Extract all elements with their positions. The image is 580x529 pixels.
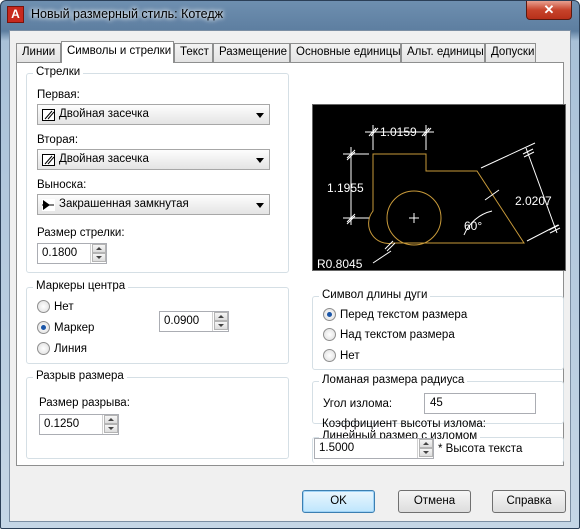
arrow-size-spinner[interactable]: 0.1800 [37, 243, 107, 264]
jog-factor-suffix: * Высота текста [438, 443, 523, 455]
double-tick-icon [42, 109, 55, 121]
radio-icon [323, 349, 336, 362]
preview-angle: 60° [464, 219, 482, 233]
tab-panel: Стрелки Первая: Двойная засечка Вторая: … [16, 62, 566, 466]
double-tick-icon [42, 154, 55, 166]
chevron-down-icon [256, 158, 264, 163]
first-arrow-select[interactable]: Двойная засечка [37, 104, 270, 125]
break-size-value: 0.1250 [44, 418, 80, 430]
radio-selected-icon [37, 321, 50, 334]
help-button[interactable]: Справка [492, 490, 566, 513]
center-marks-legend: Маркеры центра [33, 280, 129, 292]
leader-label: Выноска: [37, 179, 87, 191]
close-button[interactable]: ✕ [526, 1, 572, 20]
spin-up-icon[interactable] [104, 415, 118, 424]
title-bar[interactable]: A Новый размерный стиль: Котедж ✕ [1, 1, 579, 29]
arc-above-radio[interactable]: Над текстом размера [323, 328, 455, 341]
radio-icon [323, 328, 336, 341]
break-size-spinner[interactable]: 0.1250 [39, 414, 119, 435]
first-arrow-label: Первая: [37, 89, 80, 101]
arrowheads-group: Стрелки Первая: Двойная засечка Вторая: … [26, 66, 289, 273]
arrow-size-label: Размер стрелки: [37, 227, 125, 239]
radio-selected-icon [323, 308, 336, 321]
leader-value: Закрашенная замкнутая [59, 198, 189, 210]
second-arrow-value: Двойная засечка [59, 153, 149, 165]
break-size-label: Размер разрыва: [39, 397, 130, 409]
center-marks-group: Маркеры центра Нет Маркер Линия 0.0900 [26, 280, 289, 364]
cancel-button[interactable]: Отмена [398, 490, 471, 513]
jog-angle-input[interactable]: 45 [424, 393, 536, 414]
tab-tolerances[interactable]: Допуски [485, 43, 536, 62]
preview-radius: R0.8045 [317, 257, 363, 270]
tab-lines[interactable]: Линии [16, 43, 61, 62]
jog-angle-label: Угол излома: [323, 398, 393, 410]
autocad-icon: A [7, 6, 24, 23]
jog-factor-value: 1.5000 [319, 442, 355, 454]
radio-icon [37, 342, 50, 355]
arrow-size-value: 0.1800 [42, 247, 78, 259]
jog-angle-value: 45 [430, 397, 443, 409]
preview-dim-left: 1.1955 [327, 181, 364, 195]
spin-down-icon[interactable] [104, 424, 118, 433]
dim-break-legend: Разрыв размера [33, 370, 127, 382]
leader-select[interactable]: Закрашенная замкнутая [37, 194, 270, 215]
chevron-down-icon [256, 113, 264, 118]
center-size-spinner[interactable]: 0.0900 [159, 311, 229, 332]
arc-before-radio[interactable]: Перед текстом размера [323, 308, 467, 321]
window-title: Новый размерный стиль: Котедж [31, 7, 223, 21]
second-arrow-label: Вторая: [37, 134, 79, 146]
filled-arrow-icon [42, 199, 55, 211]
spin-up-icon[interactable] [419, 439, 433, 448]
tab-fit[interactable]: Размещение [213, 43, 290, 62]
dialog-client: Линии Символы и стрелки Текст Размещение… [9, 30, 571, 522]
arrowheads-legend: Стрелки [33, 66, 84, 78]
dialog-window: A Новый размерный стиль: Котедж ✕ Линии … [0, 0, 580, 529]
center-mark-radio[interactable]: Маркер [37, 321, 94, 334]
arc-none-radio[interactable]: Нет [323, 349, 360, 362]
second-arrow-select[interactable]: Двойная засечка [37, 149, 270, 170]
radius-jog-legend: Ломаная размера радиуса [319, 374, 468, 386]
tab-text[interactable]: Текст [174, 43, 213, 62]
radio-icon [37, 300, 50, 313]
spin-down-icon[interactable] [419, 448, 433, 457]
jog-factor-spinner[interactable]: 1.5000 [314, 438, 434, 459]
preview-dim-top: 1.0159 [380, 125, 417, 139]
dim-break-group: Разрыв размера Размер разрыва: 0.1250 [26, 370, 289, 459]
arc-length-legend: Символ длины дуги [319, 289, 431, 301]
spin-up-icon[interactable] [214, 312, 228, 321]
preview-dim-right: 2.0207 [515, 194, 552, 208]
arc-length-group: Символ длины дуги Перед текстом размера … [312, 289, 564, 370]
tab-alternate-units[interactable]: Альт. единицы [401, 43, 485, 62]
dimension-preview: 1.0159 1.1955 2.0207 60° R0.8045 [312, 104, 566, 271]
tab-primary-units[interactable]: Основные единицы [290, 43, 401, 62]
first-arrow-value: Двойная засечка [59, 108, 149, 120]
center-line-radio[interactable]: Линия [37, 342, 87, 355]
spin-down-icon[interactable] [92, 253, 106, 262]
center-none-radio[interactable]: Нет [37, 300, 74, 313]
chevron-down-icon [256, 203, 264, 208]
tab-symbols-arrows[interactable]: Символы и стрелки [61, 41, 174, 63]
spin-up-icon[interactable] [92, 244, 106, 253]
center-size-value: 0.0900 [164, 315, 200, 327]
ok-button[interactable]: OK [302, 490, 375, 513]
spin-down-icon[interactable] [214, 321, 228, 330]
jog-factor-label: Коэффициент высоты излома: [322, 418, 486, 430]
